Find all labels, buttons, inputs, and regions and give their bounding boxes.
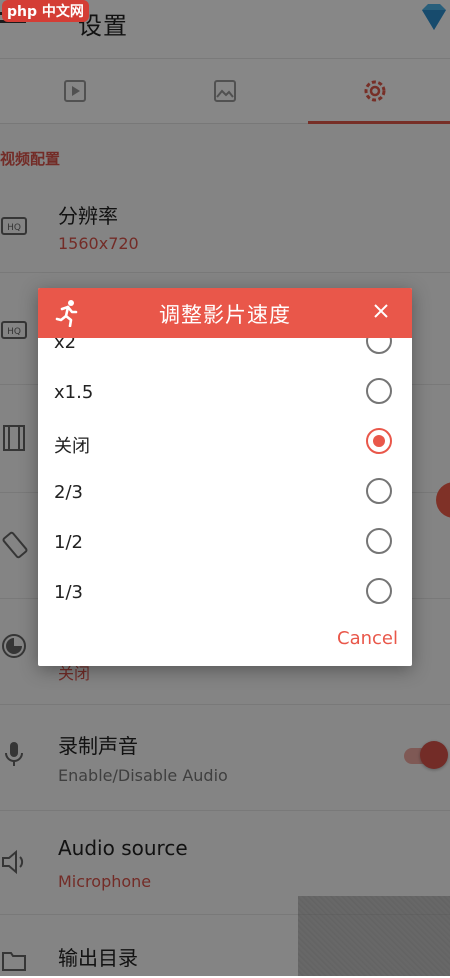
radio-button[interactable] [366, 478, 392, 504]
dialog-header: 调整影片速度 [38, 288, 412, 338]
option-label: x2 [54, 338, 77, 353]
radio-button[interactable] [366, 338, 392, 354]
speed-option[interactable]: x2 [38, 338, 412, 368]
cancel-button[interactable]: Cancel [337, 628, 398, 649]
close-icon[interactable] [370, 300, 392, 322]
option-label: 关闭 [54, 436, 90, 457]
radio-button[interactable] [366, 528, 392, 554]
dialog-title: 调整影片速度 [159, 303, 291, 327]
speed-option[interactable]: 1/3 [38, 568, 412, 618]
speed-options-list: x2 x1.5 关闭 2/3 1/2 1/3 [38, 338, 412, 618]
speed-dialog: 调整影片速度 x2 x1.5 关闭 2/3 1/2 1/3 Cancel [38, 288, 412, 666]
option-label: 1/3 [54, 582, 83, 603]
option-label: 2/3 [54, 482, 83, 503]
radio-button-selected[interactable] [366, 428, 392, 454]
speed-option[interactable]: 关闭 [38, 418, 412, 468]
speed-option[interactable]: 2/3 [38, 468, 412, 518]
speed-option[interactable]: x1.5 [38, 368, 412, 418]
option-label: x1.5 [54, 382, 94, 403]
radio-button[interactable] [366, 578, 392, 604]
watermark-logo: php 中文网 [2, 0, 89, 22]
radio-button[interactable] [366, 378, 392, 404]
speed-option[interactable]: 1/2 [38, 518, 412, 568]
option-label: 1/2 [54, 532, 83, 553]
